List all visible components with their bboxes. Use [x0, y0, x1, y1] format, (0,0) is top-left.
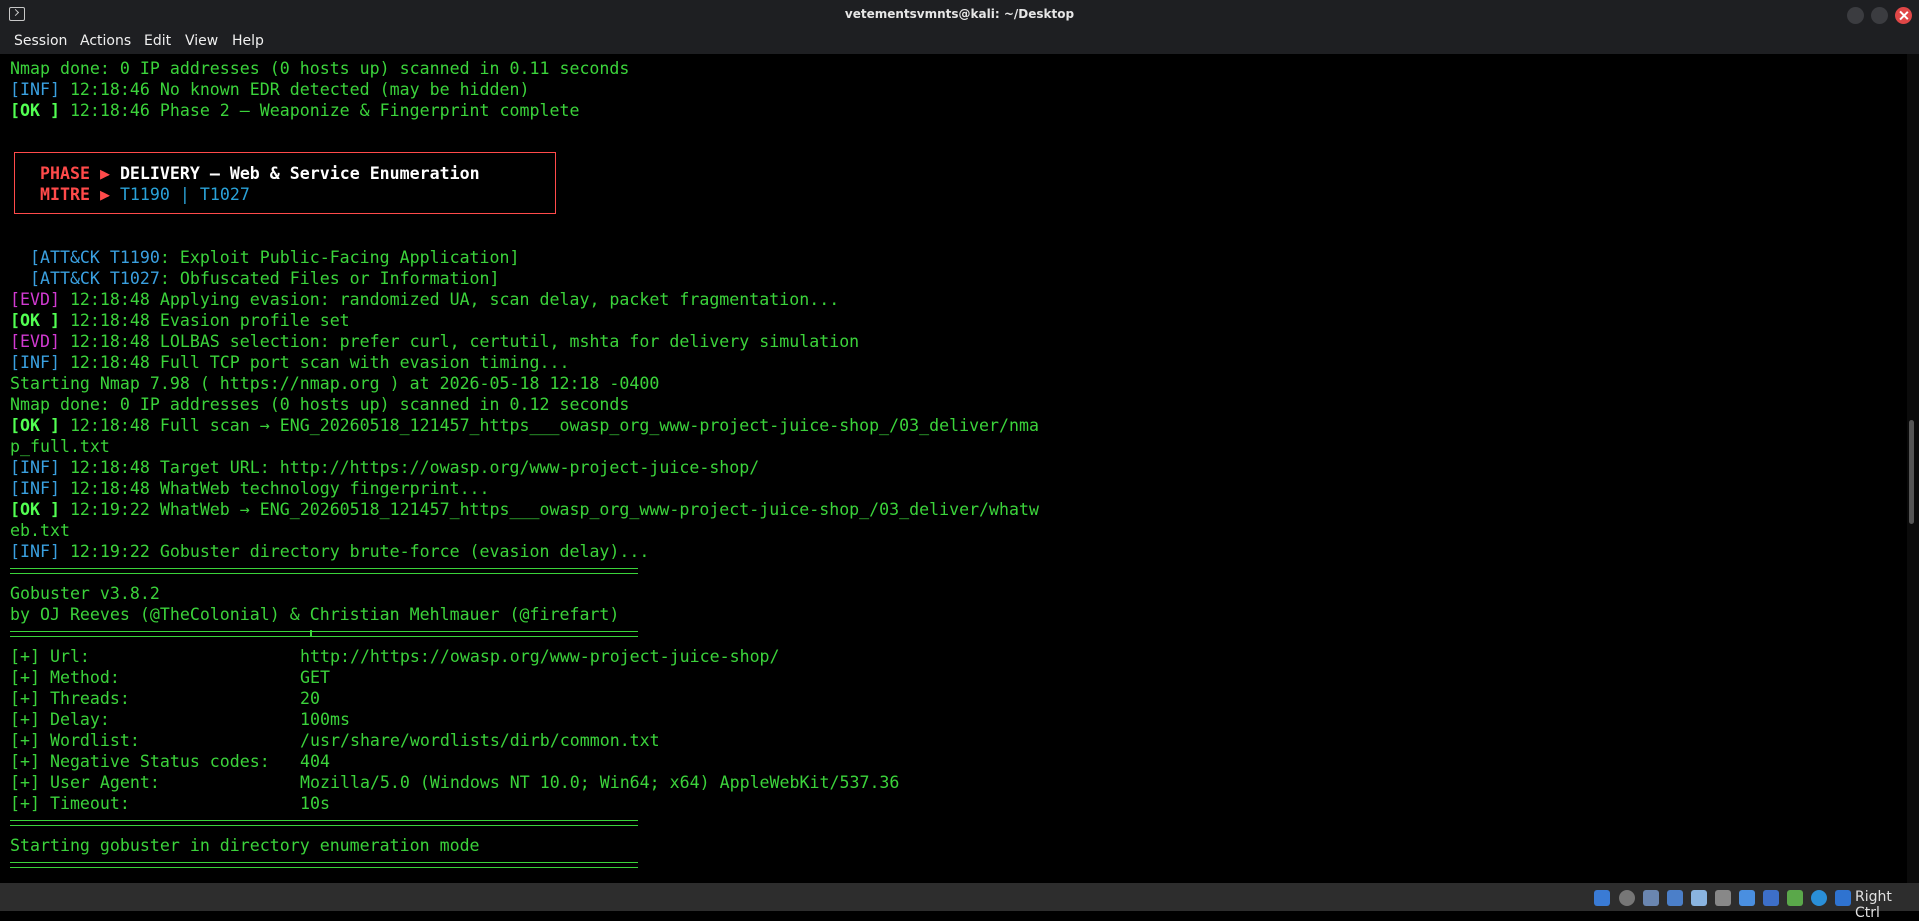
display-icon[interactable]	[1739, 890, 1755, 906]
terminal-line: [INF] 12:18:48 Target URL: http://https:…	[10, 458, 760, 477]
gobuster-param: [+] Threads:	[10, 689, 130, 708]
mitre-line: MITRE ▶ T1190 | T1027	[40, 185, 250, 204]
terminal-line: eb.txt	[10, 521, 70, 540]
terminal-line: [ATT&CK T1027: Obfuscated Files or Infor…	[10, 269, 500, 288]
terminal-output[interactable]: Nmap done: 0 IP addresses (0 hosts up) s…	[0, 54, 1907, 883]
minimize-button[interactable]	[1847, 7, 1864, 24]
usb-icon[interactable]	[1691, 890, 1707, 906]
scrollbar-thumb[interactable]	[1909, 420, 1914, 524]
separator-line	[10, 568, 638, 574]
gobuster-param-value: GET	[300, 668, 330, 687]
guest-additions-icon[interactable]	[1811, 890, 1827, 906]
phase-line: PHASE ▶ DELIVERY — Web & Service Enumera…	[40, 164, 480, 183]
gobuster-start: Starting gobuster in directory enumerati…	[10, 836, 480, 855]
audio-icon[interactable]	[1643, 890, 1659, 906]
separator-line	[10, 862, 638, 868]
gobuster-param-value: 20	[300, 689, 320, 708]
terminal-line: Starting Nmap 7.98 ( https://nmap.org ) …	[10, 374, 660, 393]
gobuster-param: [+] Method:	[10, 668, 120, 687]
terminal-line: [INF] 12:19:22 Gobuster directory brute-…	[10, 542, 650, 561]
terminal-line: [OK ] 12:18:48 Full scan → ENG_20260518_…	[10, 416, 1040, 435]
terminal-line: [OK ] 12:18:48 Evasion profile set	[10, 311, 350, 330]
terminal-line: [OK ] 12:19:22 WhatWeb → ENG_20260518_12…	[10, 500, 1040, 519]
mouse-integration-icon[interactable]	[1594, 890, 1610, 906]
shared-folders-icon[interactable]	[1715, 890, 1731, 906]
host-key-label: Right Ctrl	[1855, 889, 1892, 921]
terminal-line: Nmap done: 0 IP addresses (0 hosts up) s…	[10, 59, 630, 78]
gobuster-param: [+] Wordlist:	[10, 731, 140, 750]
terminal-line: [ATT&CK T1190: Exploit Public-Facing App…	[10, 248, 520, 267]
terminal-line: [EVD] 12:18:48 Applying evasion: randomi…	[10, 290, 840, 309]
gobuster-param-value: /usr/share/wordlists/dirb/common.txt	[300, 731, 660, 750]
vm-status-bar: Right Ctrl	[0, 883, 1919, 921]
terminal-line: p_full.txt	[10, 437, 110, 456]
maximize-button[interactable]	[1871, 7, 1888, 24]
terminal-line: [EVD] 12:18:48 LOLBAS selection: prefer …	[10, 332, 860, 351]
network-icon[interactable]	[1667, 890, 1683, 906]
terminal-line: [INF] 12:18:46 No known EDR detected (ma…	[10, 80, 530, 99]
menu-bar: Session Actions Edit View Help	[0, 31, 1919, 54]
cpu-icon[interactable]	[1787, 890, 1803, 906]
separator-line	[10, 630, 638, 637]
separator-line	[10, 820, 638, 826]
window-title: vetementsvmnts@kali: ~/Desktop	[844, 7, 1075, 21]
gobuster-param-value: 10s	[300, 794, 330, 813]
menu-actions[interactable]: Actions	[80, 33, 131, 49]
terminal-line: [OK ] 12:18:46 Phase 2 — Weaponize & Fin…	[10, 101, 580, 120]
gobuster-param-value: 404	[300, 752, 330, 771]
close-button[interactable]	[1895, 7, 1912, 24]
gobuster-param: [+] User Agent:	[10, 773, 160, 792]
terminal-line: [INF] 12:18:48 WhatWeb technology finger…	[10, 479, 490, 498]
video-capture-icon[interactable]	[1763, 890, 1779, 906]
gobuster-authors: by OJ Reeves (@TheColonial) & Christian …	[10, 605, 620, 624]
optical-drive-icon[interactable]	[1619, 890, 1635, 906]
menu-help[interactable]: Help	[232, 33, 264, 49]
menu-view[interactable]: View	[185, 33, 218, 49]
scrollbar[interactable]	[1907, 54, 1919, 883]
menu-session[interactable]: Session	[14, 33, 67, 49]
gobuster-param: [+] Url:	[10, 647, 90, 666]
gobuster-param-value: 100ms	[300, 710, 350, 729]
gobuster-param-value: http://https://owasp.org/www-project-jui…	[300, 647, 780, 666]
gobuster-param: [+] Delay:	[10, 710, 110, 729]
menu-edit[interactable]: Edit	[144, 33, 171, 49]
gobuster-param: [+] Timeout:	[10, 794, 130, 813]
window-titlebar: vetementsvmnts@kali: ~/Desktop	[0, 0, 1919, 31]
gobuster-param-value: Mozilla/5.0 (Windows NT 10.0; Win64; x64…	[300, 773, 900, 792]
gobuster-version: Gobuster v3.8.2	[10, 584, 160, 603]
terminal-line: [INF] 12:18:48 Full TCP port scan with e…	[10, 353, 570, 372]
terminal-line: Nmap done: 0 IP addresses (0 hosts up) s…	[10, 395, 630, 414]
download-icon[interactable]	[1835, 890, 1851, 906]
gobuster-param: [+] Negative Status codes:	[10, 752, 270, 771]
